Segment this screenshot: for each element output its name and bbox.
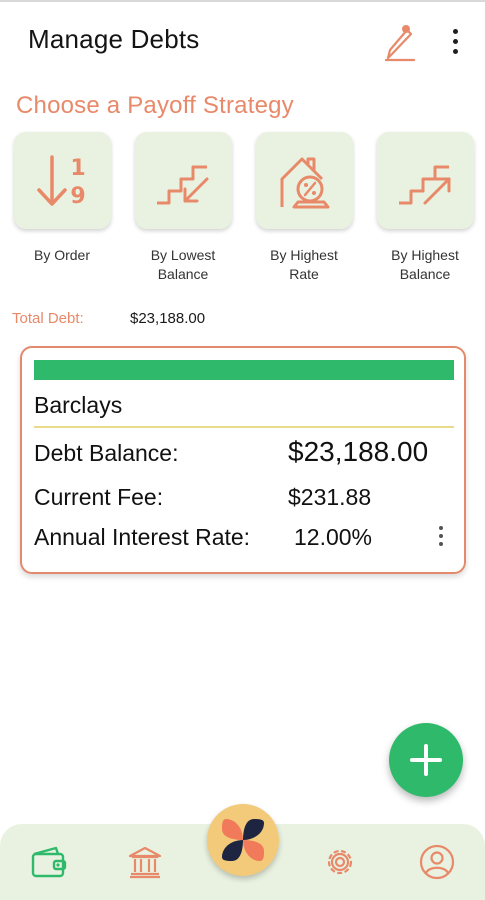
sort-order-icon: 1 9 bbox=[37, 154, 86, 209]
debt-progress-bar bbox=[34, 360, 454, 380]
strategy-tile[interactable] bbox=[255, 132, 353, 229]
debt-progress-fill bbox=[34, 360, 454, 380]
strategy-label: By Highest Rate bbox=[270, 247, 338, 282]
debt-card[interactable]: Barclays Debt Balance: $23,188.00 Curren… bbox=[20, 346, 466, 574]
app-header: Manage Debts bbox=[0, 14, 485, 66]
more-vertical-icon bbox=[434, 524, 448, 546]
nav-home-logo-button[interactable] bbox=[207, 804, 279, 876]
stairs-down-icon bbox=[157, 165, 209, 204]
page-title: Manage Debts bbox=[28, 24, 200, 54]
strategy-section-title: Choose a Payoff Strategy bbox=[16, 92, 294, 119]
more-menu-button[interactable] bbox=[444, 24, 466, 58]
add-debt-button[interactable] bbox=[389, 723, 463, 797]
strategy-list: 1 9 By Order By Lowest Balance By Highes… bbox=[0, 132, 485, 292]
plus-icon bbox=[410, 744, 442, 776]
stairs-up-icon bbox=[399, 165, 451, 204]
nav-profile[interactable] bbox=[417, 842, 457, 882]
debt-name: Barclays bbox=[34, 392, 123, 418]
debt-balance-value: $23,188.00 bbox=[288, 436, 429, 467]
strategy-by-highest-balance[interactable]: By Highest Balance bbox=[375, 132, 475, 284]
interest-rate-row: Annual Interest Rate: 12.00% bbox=[34, 524, 372, 551]
current-fee-label: Current Fee: bbox=[34, 484, 164, 510]
svg-text:9: 9 bbox=[70, 184, 85, 209]
card-divider bbox=[34, 426, 454, 428]
current-fee-value: $231.88 bbox=[288, 484, 372, 510]
edit-button[interactable] bbox=[378, 18, 418, 62]
wallet-icon bbox=[31, 846, 67, 878]
total-debt: Total Debt: $23,188.00 bbox=[12, 310, 205, 327]
strategy-tile[interactable] bbox=[376, 132, 474, 229]
pencil-edit-icon bbox=[384, 25, 416, 62]
svg-text:1: 1 bbox=[70, 156, 85, 181]
strategy-by-highest-rate[interactable]: By Highest Rate bbox=[254, 132, 354, 284]
nav-settings[interactable] bbox=[320, 842, 360, 882]
strategy-label: By Order bbox=[33, 247, 90, 263]
user-icon bbox=[419, 844, 455, 880]
total-debt-label: Total Debt: bbox=[12, 310, 84, 327]
status-divider bbox=[0, 0, 485, 2]
strategy-tile[interactable] bbox=[134, 132, 232, 229]
house-percent-icon bbox=[280, 157, 330, 208]
current-fee-row: Current Fee: $231.88 bbox=[34, 484, 371, 511]
nav-bank[interactable] bbox=[125, 842, 165, 882]
debt-card-menu-button[interactable] bbox=[434, 524, 448, 552]
debt-balance-row: Debt Balance: $23,188.00 bbox=[34, 436, 428, 467]
strategy-tile[interactable]: 1 9 bbox=[13, 132, 111, 229]
more-vertical-icon bbox=[444, 24, 466, 54]
interest-rate-label: Annual Interest Rate: bbox=[34, 524, 251, 550]
app-logo-icon bbox=[222, 819, 264, 861]
gear-icon bbox=[327, 849, 353, 875]
strategy-label: By Highest Balance bbox=[391, 247, 459, 282]
strategy-label: By Lowest Balance bbox=[150, 247, 216, 282]
nav-wallet[interactable] bbox=[29, 842, 69, 882]
total-debt-value: $23,188.00 bbox=[130, 310, 206, 327]
interest-rate-value: 12.00% bbox=[294, 524, 373, 550]
bank-icon bbox=[128, 846, 162, 879]
debt-balance-label: Debt Balance: bbox=[34, 440, 179, 466]
strategy-by-lowest-balance[interactable]: By Lowest Balance bbox=[133, 132, 233, 284]
strategy-by-order[interactable]: 1 9 By Order bbox=[12, 132, 112, 265]
